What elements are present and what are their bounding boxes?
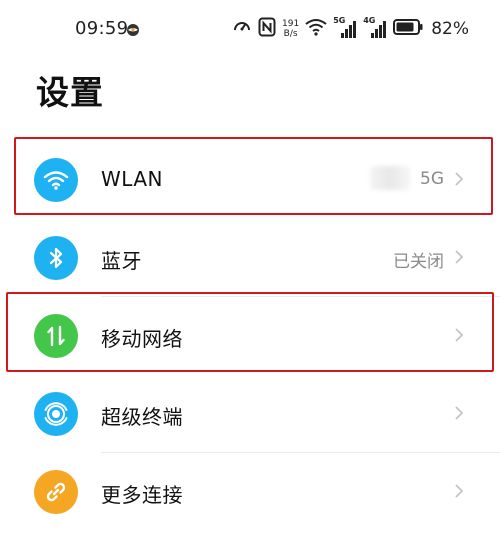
- settings-item-mobile-network[interactable]: 移动网络: [0, 297, 500, 375]
- blurred-network-name: [370, 166, 410, 190]
- settings-item-more-connections[interactable]: 更多连接: [0, 453, 500, 531]
- nfc-icon: [258, 17, 276, 41]
- link-icon: [34, 470, 78, 514]
- status-time: 09:59: [75, 18, 129, 39]
- status-icons: 191 B/s 5G 4G 82%: [232, 16, 469, 42]
- settings-item-label: 超级终端: [101, 405, 183, 429]
- settings-item-value: 5G: [420, 169, 444, 189]
- settings-item-label: 移动网络: [101, 327, 183, 351]
- settings-item-wlan[interactable]: WLAN 5G: [0, 141, 500, 219]
- bluetooth-icon: [34, 236, 78, 280]
- settings-item-label: 更多连接: [101, 483, 183, 507]
- signal-sim1-icon: 5G: [333, 16, 357, 40]
- mobile-data-icon: [34, 314, 78, 358]
- chevron-right-icon: [454, 405, 464, 421]
- network-speed: 191 B/s: [282, 19, 299, 39]
- settings-item-label: 蓝牙: [101, 249, 142, 273]
- data-saver-icon: [232, 17, 252, 41]
- network-speed-value: 191: [282, 19, 300, 29]
- super-device-icon: [34, 392, 78, 436]
- signal-sim2-icon: 4G: [363, 16, 387, 40]
- chevron-right-icon: [454, 483, 464, 499]
- settings-item-value: 已关闭: [393, 252, 444, 272]
- battery-icon: [393, 19, 423, 39]
- battery-percent: 82%: [431, 19, 469, 39]
- settings-item-label: WLAN: [101, 167, 164, 191]
- settings-screen: 09:59 191 B/s 5G 4G 82% 设置 WLAN 5G 蓝牙 已关…: [0, 0, 500, 534]
- wifi-icon: [34, 158, 78, 202]
- settings-item-super-device[interactable]: 超级终端: [0, 375, 500, 453]
- settings-item-bluetooth[interactable]: 蓝牙 已关闭: [0, 219, 500, 297]
- wifi-icon: [305, 18, 327, 40]
- chevron-right-icon: [454, 327, 464, 343]
- chevron-right-icon: [454, 249, 464, 265]
- network-speed-unit: B/s: [283, 29, 298, 39]
- page-title: 设置: [36, 73, 104, 112]
- status-bar: 09:59 191 B/s 5G 4G 82%: [0, 0, 500, 62]
- notification-icon: [126, 22, 140, 36]
- chevron-right-icon: [454, 171, 464, 187]
